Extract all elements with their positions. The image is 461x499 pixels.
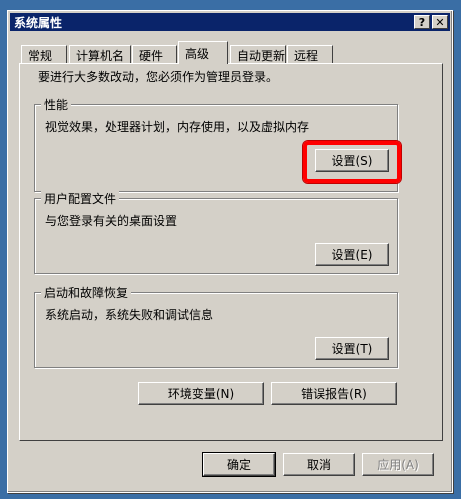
title-bar[interactable]: 系统属性 ? ✕ [10,13,450,31]
performance-description: 视觉效果，处理器计划，内存使用，以及虚拟内存 [45,120,310,134]
apply-button[interactable]: 应用(A) [362,453,434,476]
user-profiles-group-title: 用户配置文件 [41,190,120,207]
error-reporting-button[interactable]: 错误报告(R) [271,382,397,405]
tab-auto-update[interactable]: 自动更新 [230,45,286,64]
startup-recovery-group: 启动和故障恢复 系统启动，系统失败和调试信息 设置(T) [34,284,398,368]
tab-remote[interactable]: 远程 [287,45,333,64]
cancel-button[interactable]: 取消 [283,453,355,476]
tab-general[interactable]: 常规 [21,45,67,64]
close-icon[interactable]: ✕ [432,15,448,29]
environment-variables-button[interactable]: 环境变量(N) [138,382,264,405]
startup-recovery-description: 系统启动，系统失败和调试信息 [45,308,214,322]
tab-hardware[interactable]: 硬件 [132,45,177,64]
tab-advanced[interactable]: 高级 [178,41,228,64]
tab-computer-name[interactable]: 计算机名 [69,45,131,64]
help-icon[interactable]: ? [414,15,430,29]
admin-notice: 要进行大多数改动，您必须作为管理员登录。 [38,70,279,84]
performance-group-title: 性能 [41,96,72,113]
startup-recovery-settings-button[interactable]: 设置(T) [315,337,389,360]
user-profiles-group: 用户配置文件 与您登录有关的桌面设置 设置(E) [34,190,398,274]
ok-button[interactable]: 确定 [202,452,276,477]
window-title: 系统属性 [14,15,63,30]
user-profiles-settings-button[interactable]: 设置(E) [315,243,389,266]
startup-recovery-group-title: 启动和故障恢复 [41,284,132,301]
highlight-box [303,141,401,183]
user-profiles-description: 与您登录有关的桌面设置 [45,214,178,228]
